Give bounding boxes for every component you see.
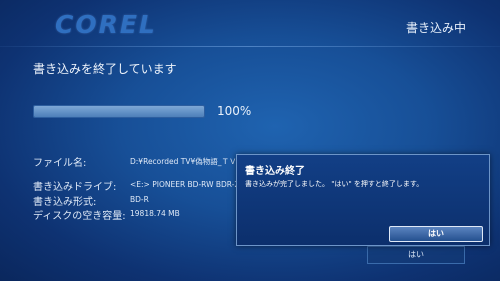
progress-fill bbox=[34, 106, 204, 117]
yes-button[interactable]: はい bbox=[389, 226, 483, 242]
dialog-title: 書き込み終了 bbox=[245, 166, 305, 177]
drive-value: <E:> PIONEER BD-RW BDR-20 bbox=[130, 180, 244, 189]
drive-label: 書き込みドライブ: bbox=[33, 182, 117, 193]
dialog-message: 書き込みが完了しました。 "はい" を押すと終了します。 bbox=[245, 180, 424, 188]
file-name-label: ファイル名: bbox=[33, 158, 87, 169]
progress-bar bbox=[33, 105, 205, 118]
format-label: 書き込み形式: bbox=[33, 197, 97, 208]
progress-percent: 100% bbox=[217, 104, 252, 118]
free-space-label: ディスクの空き容量: bbox=[33, 211, 126, 222]
page-heading: 書き込みを終了しています bbox=[33, 62, 177, 76]
corel-logo: COREL bbox=[55, 10, 157, 39]
background-yes-button: はい bbox=[367, 246, 465, 264]
header-divider bbox=[0, 46, 500, 47]
completion-dialog: 書き込み終了 書き込みが完了しました。 "はい" を押すと終了します。 はい bbox=[236, 154, 490, 246]
free-space-value: 19818.74 MB bbox=[130, 209, 180, 218]
status-text: 書き込み中 bbox=[405, 21, 466, 35]
format-value: BD-R bbox=[130, 195, 149, 204]
